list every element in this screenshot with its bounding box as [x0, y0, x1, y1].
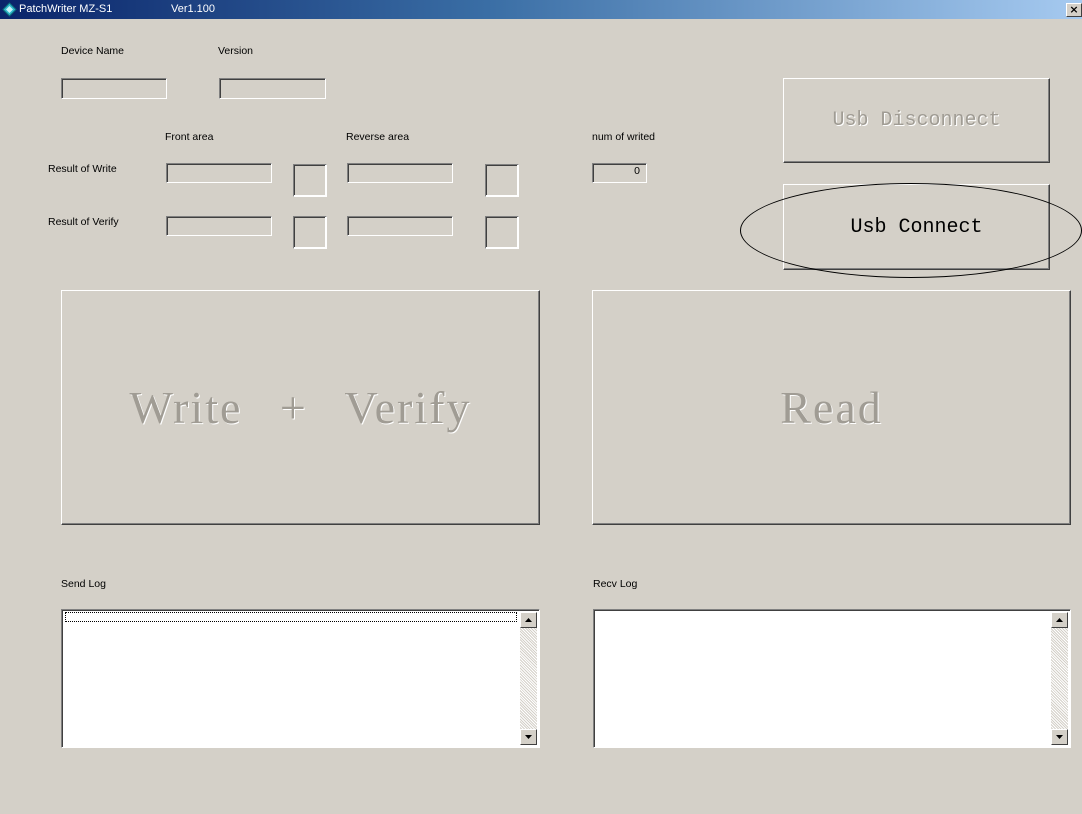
usb-disconnect-label: Usb Disconnect: [832, 109, 1001, 132]
device-name-field[interactable]: [61, 78, 167, 99]
arrow-up-icon[interactable]: [1051, 612, 1068, 628]
window-version: Ver1.100: [171, 3, 216, 15]
num-writed-field[interactable]: 0: [592, 163, 647, 183]
verify-reverse-status: [485, 216, 519, 249]
version-field[interactable]: [219, 78, 326, 99]
recv-log-textarea[interactable]: [593, 609, 1071, 748]
write-front-status: [293, 164, 327, 197]
read-label: Read: [780, 382, 883, 433]
verify-front-status: [293, 216, 327, 249]
recv-log-label: Recv Log: [593, 578, 638, 590]
app-diamond-icon: [2, 2, 17, 17]
close-icon[interactable]: ×: [1066, 3, 1082, 17]
write-reverse-status: [485, 164, 519, 197]
write-front-field[interactable]: [166, 163, 272, 183]
title-bar: PatchWriter MZ-S1 Ver1.100 ×: [0, 0, 1082, 19]
send-log-label: Send Log: [61, 578, 106, 590]
result-verify-label: Result of Verify: [48, 216, 119, 228]
front-area-label: Front area: [165, 131, 214, 143]
arrow-down-icon[interactable]: [1051, 729, 1068, 745]
num-writed-label: num of writed: [592, 131, 656, 143]
version-label: Version: [218, 45, 254, 57]
device-name-label: Device Name: [61, 45, 125, 57]
write-verify-label: Write + Verify: [129, 382, 472, 433]
write-verify-button[interactable]: Write + Verify: [61, 290, 540, 525]
reverse-area-label: Reverse area: [346, 131, 410, 143]
send-log-textarea[interactable]: [61, 609, 540, 748]
read-button[interactable]: Read: [592, 290, 1071, 525]
verify-reverse-field[interactable]: [347, 216, 453, 236]
arrow-up-icon[interactable]: [520, 612, 537, 628]
usb-disconnect-button[interactable]: Usb Disconnect: [783, 78, 1050, 163]
highlight-ellipse: [740, 183, 1082, 278]
send-log-scrollbar[interactable]: [520, 612, 537, 745]
recv-log-scrollbar[interactable]: [1051, 612, 1068, 745]
arrow-down-icon[interactable]: [520, 729, 537, 745]
write-reverse-field[interactable]: [347, 163, 453, 183]
focus-rect: [65, 612, 517, 622]
verify-front-field[interactable]: [166, 216, 272, 236]
window-title: PatchWriter MZ-S1: [19, 3, 113, 15]
result-write-label: Result of Write: [48, 163, 117, 175]
